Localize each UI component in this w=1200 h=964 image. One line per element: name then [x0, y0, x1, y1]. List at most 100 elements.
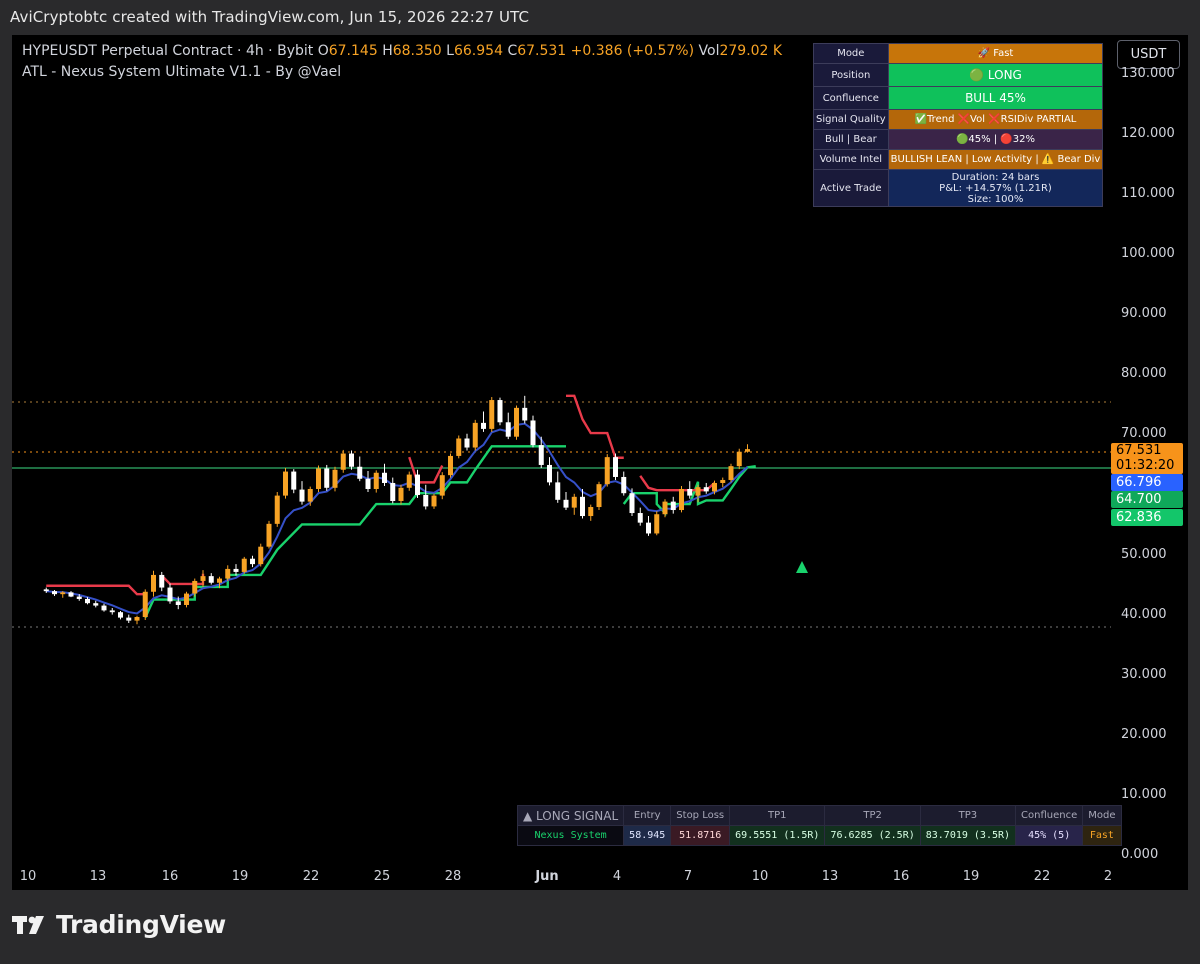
candle: [555, 471, 561, 503]
candle: [109, 607, 115, 615]
candle-body: [167, 587, 173, 602]
last-price-value: 67.531: [1116, 443, 1162, 458]
candle-body: [736, 451, 742, 467]
candle-body: [522, 407, 528, 421]
candle-body: [398, 487, 404, 502]
signal-col-value: 69.5551 (1.5R): [729, 825, 826, 846]
candle: [423, 484, 429, 510]
candle-body: [192, 580, 198, 594]
candle-body: [200, 576, 206, 581]
candle: [728, 463, 734, 483]
candle: [357, 456, 363, 482]
status-row: Position 🟢 LONG: [813, 63, 1104, 87]
candle-body: [332, 469, 338, 488]
status-key: Confluence: [813, 86, 889, 110]
status-row: Bull | Bear 🟢45% | 🔴32%: [813, 129, 1104, 150]
candle-body: [695, 487, 701, 496]
candle-body: [646, 522, 651, 534]
candle: [621, 471, 627, 496]
candle-body: [134, 617, 140, 621]
candle-body: [76, 596, 82, 599]
x-tick-label: 16: [892, 869, 910, 884]
candle: [679, 485, 684, 513]
candle-body: [514, 407, 519, 437]
candle: [670, 496, 676, 514]
active-trade-row: Active Trade Duration: 24 bars P&L: +14.57…: [813, 169, 1104, 207]
candle-body: [126, 617, 132, 621]
y-tick-label: 80.000: [1121, 366, 1167, 382]
candle-body: [670, 501, 676, 511]
x-tick-label: 22: [1033, 869, 1051, 884]
candle: [390, 477, 396, 504]
candle-body: [175, 601, 181, 605]
candle-body: [563, 499, 569, 508]
status-key: Mode: [813, 43, 889, 64]
signal-col-value: 51.8716: [670, 825, 731, 846]
symbol-legend[interactable]: HYPEUSDT Perpetual Contract · 4h · Bybit…: [22, 43, 782, 59]
candle: [184, 591, 189, 608]
candle-body: [142, 591, 148, 618]
x-tick-label: 2: [1103, 869, 1113, 884]
candle: [720, 477, 726, 488]
candle: [613, 453, 618, 480]
ema-price-tag: 66.796: [1111, 474, 1183, 491]
candle-body: [720, 479, 726, 483]
chart-pane[interactable]: HYPEUSDT Perpetual Contract · 4h · Bybit…: [12, 35, 1188, 890]
candle: [349, 450, 354, 470]
candle-body: [547, 464, 552, 483]
y-tick-label: 100.000: [1121, 246, 1175, 261]
candle: [316, 465, 321, 492]
x-tick-label: 13: [89, 869, 107, 884]
candle: [406, 471, 412, 491]
status-value: 🟢45% | 🔴32%: [887, 129, 1104, 150]
candle: [208, 573, 214, 585]
x-tick-label: 19: [962, 869, 980, 884]
status-key: Bull | Bear: [813, 129, 889, 150]
volume-label: Vol: [698, 43, 720, 59]
candle-body: [481, 422, 486, 429]
candle-body: [687, 488, 693, 496]
indicator-legend[interactable]: ATL - Nexus System Ultimate V1.1 - By @V…: [22, 64, 341, 80]
candle: [654, 511, 660, 536]
candle: [159, 571, 165, 592]
candle-body: [439, 475, 445, 496]
status-value: BULLISH LEAN | Low Activity | ⚠️ Bear Di…: [887, 149, 1104, 170]
candle: [151, 570, 156, 597]
candle: [324, 464, 330, 491]
candle: [398, 484, 404, 505]
candle-body: [217, 578, 222, 583]
candle-body: [580, 496, 585, 517]
signal-col-header: Entry: [623, 805, 672, 826]
tradingview-logo: TradingView: [12, 910, 226, 939]
candle: [489, 397, 495, 432]
status-panel: Mode 🚀 Fast Position 🟢 LONG Confluence BULL 4…: [813, 43, 1104, 207]
candle: [241, 556, 247, 574]
candle: [646, 516, 651, 536]
candle-body: [456, 438, 462, 456]
candle-body: [654, 514, 660, 534]
y-tick-label: 10.000: [1121, 786, 1167, 802]
x-tick-label: 25: [373, 869, 391, 884]
signal-col-header: Stop Loss: [670, 805, 731, 826]
close-value: 67.531: [517, 43, 567, 59]
candle: [497, 397, 503, 426]
candlesticks: [43, 395, 750, 625]
candle: [604, 454, 610, 487]
candle-body: [85, 598, 90, 604]
status-row: Mode 🚀 Fast: [813, 43, 1104, 64]
status-row: Volume Intel BULLISH LEAN | Low Activity …: [813, 149, 1104, 170]
y-tick-label: 50.000: [1121, 546, 1167, 562]
candle: [332, 466, 338, 492]
x-tick-label: 4: [612, 869, 622, 884]
candle: [505, 412, 511, 440]
candle-body: [241, 558, 247, 572]
x-tick-label: 10: [751, 869, 769, 884]
candle: [530, 415, 536, 448]
candle-body: [250, 558, 255, 565]
candle-body: [151, 574, 156, 592]
candle-body: [406, 474, 412, 488]
x-tick-label: 28: [444, 869, 462, 884]
volume-value: 279.02 K: [719, 43, 783, 59]
candle-body: [52, 591, 57, 595]
candle: [456, 435, 462, 459]
